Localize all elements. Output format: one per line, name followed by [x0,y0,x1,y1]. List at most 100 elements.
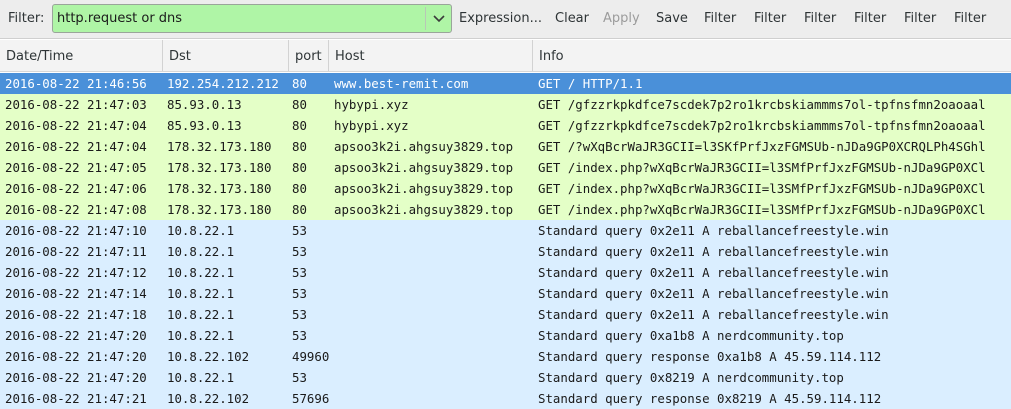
dst-cell: 85.93.0.13 [167,97,242,112]
dst-cell: 10.8.22.1 [167,307,235,322]
datetime-cell: 2016-08-22 21:47:20 [5,370,147,385]
packet-row[interactable]: 2016-08-22 21:47:05 178.32.173.180 80 apsoo… [0,157,1011,178]
datetime-cell: 2016-08-22 21:47:11 [5,244,147,259]
info-cell: GET /?wXqBcrWaJR3GCII=l3SKfPrfJxzFGMSUb-… [538,139,986,154]
datetime-cell: 2016-08-22 21:47:04 [5,118,147,133]
port-cell: 80 [292,76,307,91]
datetime-cell: 2016-08-22 21:47:14 [5,286,147,301]
port-cell: 80 [292,160,307,175]
packet-list-header: Date/Time Dst port Host Info [0,40,1011,72]
packet-row[interactable]: 2016-08-22 21:47:08 178.32.173.180 80 apsoo… [0,199,1011,220]
display-filter-input[interactable] [57,8,419,29]
host-cell: hybypi.xyz [334,97,409,112]
info-cell: Standard query 0x2e11 A reballancefreest… [538,265,889,280]
port-cell: 80 [292,97,307,112]
port-cell: 80 [292,202,307,217]
packet-row[interactable]: 2016-08-22 21:47:18 10.8.22.1 53 Standard q… [0,304,1011,325]
dst-cell: 10.8.22.1 [167,286,235,301]
info-cell: GET /index.php?wXqBcrWaJR3GCII=l3SMfPrfJ… [538,202,986,217]
column-header-info[interactable]: Info [532,40,1011,71]
packet-row[interactable]: 2016-08-22 21:46:56 192.254.212.212 80 www.… [0,73,1011,94]
dst-cell: 10.8.22.1 [167,244,235,259]
filter-button-2[interactable]: Filter [754,11,786,26]
host-cell: hybypi.xyz [334,118,409,133]
dst-cell: 10.8.22.1 [167,328,235,343]
packet-row[interactable]: 2016-08-22 21:47:06 178.32.173.180 80 apsoo… [0,178,1011,199]
packet-row[interactable]: 2016-08-22 21:47:04 85.93.0.13 80 hybypi.xy… [0,115,1011,136]
info-cell: Standard query 0x2e11 A reballancefreest… [538,223,889,238]
filter-button-4[interactable]: Filter [854,11,886,26]
info-cell: Standard query response 0x8219 A 45.59.1… [538,391,882,406]
info-cell: Standard query 0xa1b8 A nerdcommunity.to… [538,328,844,343]
host-cell: apsoo3k2i.ahgsuy3829.top [334,202,514,217]
datetime-cell: 2016-08-22 21:47:21 [5,391,147,406]
filter-button-5[interactable]: Filter [904,11,936,26]
host-cell [334,241,530,262]
port-cell: 53 [292,307,307,322]
filter-button-6[interactable]: Filter [954,11,986,26]
datetime-cell: 2016-08-22 21:47:05 [5,160,147,175]
port-cell: 49960 [292,349,330,364]
apply-button[interactable]: Apply [603,11,640,26]
packet-row[interactable]: 2016-08-22 21:47:03 85.93.0.13 80 hybypi.xy… [0,94,1011,115]
dst-cell: 10.8.22.1 [167,223,235,238]
host-cell [334,325,530,346]
info-cell: Standard query 0x8219 A nerdcommunity.to… [538,370,844,385]
filter-button-1[interactable]: Filter [704,11,736,26]
port-cell: 53 [292,286,307,301]
info-cell: GET /index.php?wXqBcrWaJR3GCII=l3SMfPrfJ… [538,160,986,175]
filter-button-3[interactable]: Filter [804,11,836,26]
packet-row[interactable]: 2016-08-22 21:47:21 10.8.22.102 57696 Stand… [0,388,1011,409]
port-cell: 53 [292,265,307,280]
datetime-cell: 2016-08-22 21:47:12 [5,265,147,280]
filter-label: Filter: [8,11,45,26]
packet-row[interactable]: 2016-08-22 21:47:20 10.8.22.1 53 Standard q… [0,367,1011,388]
column-header-datetime[interactable]: Date/Time [0,40,162,71]
datetime-cell: 2016-08-22 21:46:56 [5,76,147,91]
packet-row[interactable]: 2016-08-22 21:47:10 10.8.22.1 53 Standard q… [0,220,1011,241]
packet-row[interactable]: 2016-08-22 21:47:14 10.8.22.1 53 Standard q… [0,283,1011,304]
expression-button[interactable]: Expression... [459,11,542,26]
port-cell: 80 [292,139,307,154]
datetime-cell: 2016-08-22 21:47:10 [5,223,147,238]
info-cell: GET / HTTP/1.1 [538,76,643,91]
clear-button[interactable]: Clear [555,11,589,26]
save-button[interactable]: Save [656,11,688,26]
dst-cell: 178.32.173.180 [167,139,272,154]
packet-row[interactable]: 2016-08-22 21:47:11 10.8.22.1 53 Standard q… [0,241,1011,262]
host-cell: apsoo3k2i.ahgsuy3829.top [334,181,514,196]
dst-cell: 192.254.212.212 [167,76,279,91]
port-cell: 57696 [292,391,330,406]
column-header-host[interactable]: Host [328,40,532,71]
host-cell [334,220,530,241]
port-cell: 53 [292,370,307,385]
datetime-cell: 2016-08-22 21:47:04 [5,139,147,154]
chevron-down-icon[interactable] [426,5,451,32]
host-cell: apsoo3k2i.ahgsuy3829.top [334,160,514,175]
host-cell: www.best-remit.com [334,76,469,91]
packet-row[interactable]: 2016-08-22 21:47:12 10.8.22.1 53 Standard q… [0,262,1011,283]
info-cell: GET /gfzzrkpkdfce7scdek7p2ro1krcbskiammm… [538,97,986,112]
display-filter-combobox[interactable] [52,4,452,33]
port-cell: 80 [292,181,307,196]
filter-toolbar: Filter: Expression... Clear Apply Save F… [0,0,1011,39]
packet-row[interactable]: 2016-08-22 21:47:20 10.8.22.102 49960 Stand… [0,346,1011,367]
dst-cell: 178.32.173.180 [167,160,272,175]
packet-row[interactable]: 2016-08-22 21:47:20 10.8.22.1 53 Standard q… [0,325,1011,346]
datetime-cell: 2016-08-22 21:47:18 [5,307,147,322]
packet-row[interactable]: 2016-08-22 21:47:04 178.32.173.180 80 apsoo… [0,136,1011,157]
info-cell: Standard query 0x2e11 A reballancefreest… [538,286,889,301]
dst-cell: 10.8.22.102 [167,391,250,406]
info-cell: GET /index.php?wXqBcrWaJR3GCII=l3SMfPrfJ… [538,181,986,196]
host-cell [334,283,530,304]
host-cell: apsoo3k2i.ahgsuy3829.top [334,139,514,154]
datetime-cell: 2016-08-22 21:47:06 [5,181,147,196]
dst-cell: 10.8.22.1 [167,370,235,385]
column-header-dst[interactable]: Dst [162,40,288,71]
dst-cell: 85.93.0.13 [167,118,242,133]
port-cell: 53 [292,328,307,343]
column-header-port[interactable]: port [288,40,328,71]
datetime-cell: 2016-08-22 21:47:20 [5,349,147,364]
info-cell: Standard query response 0xa1b8 A 45.59.1… [538,349,882,364]
dst-cell: 10.8.22.102 [167,349,250,364]
